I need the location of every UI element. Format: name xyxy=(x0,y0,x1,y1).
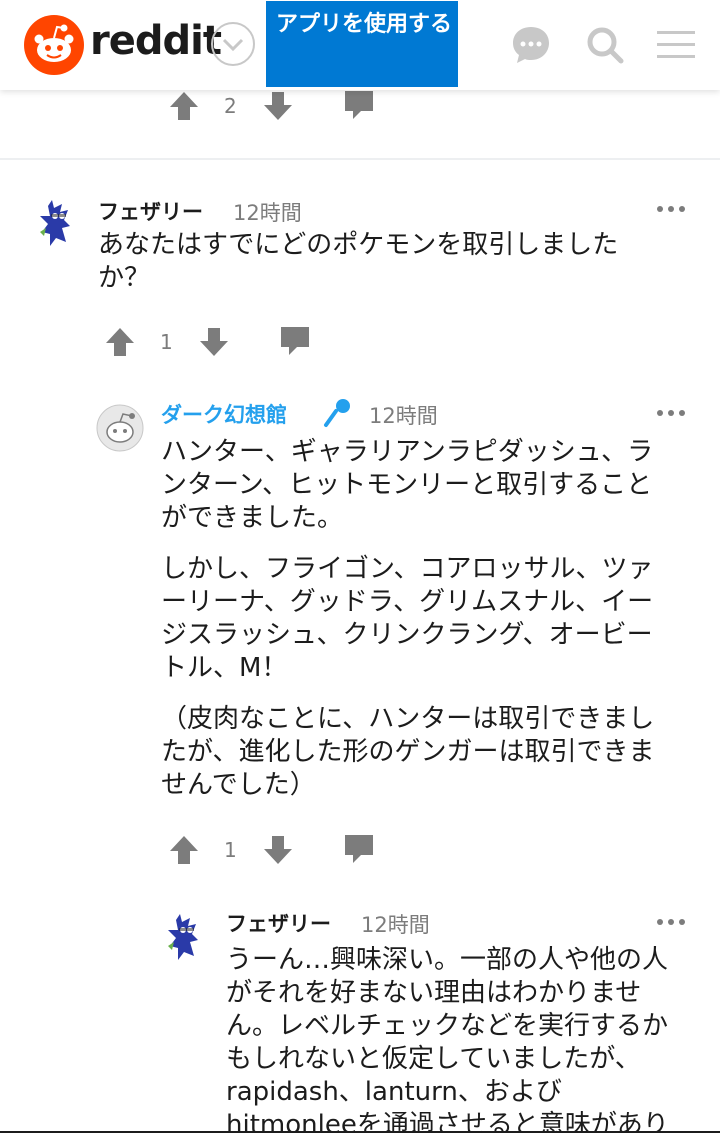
comment-paragraph: しかし、フライゴン、コアロッサル、ツァーリーナ、グッドラ、グリムスナル、イージス… xyxy=(161,554,654,683)
comment-body: うーん…興味深い。一部の人や他の人がそれを好まない理由はわかりません。レベルチェ… xyxy=(226,944,692,1131)
vote-count: 1 xyxy=(160,330,173,354)
comment-body-line: か？ xyxy=(98,263,151,293)
comment-body: ハンター、ギャラリアンラピダッシュ、ランターン、ヒットモンリーと取引することがで… xyxy=(161,436,673,820)
reply-icon[interactable] xyxy=(342,88,376,122)
downvote-icon[interactable] xyxy=(262,834,294,866)
more-options-icon[interactable] xyxy=(656,916,686,928)
section-divider xyxy=(0,158,720,160)
comment-actions: 1 xyxy=(168,830,388,870)
reddit-wordmark[interactable]: reddit xyxy=(90,18,222,64)
user-avatar[interactable] xyxy=(164,912,208,968)
comment-author[interactable]: フェザリー xyxy=(98,196,203,226)
comment-body: あなたはすでにどのポケモンを取引しました か？ xyxy=(98,229,698,295)
chat-icon[interactable] xyxy=(510,24,552,66)
community-dropdown-button[interactable] xyxy=(211,22,255,66)
upvote-icon[interactable] xyxy=(168,834,200,866)
comment-paragraph: ハンター、ギャラリアンラピダッシュ、ランターン、ヒットモンリーと取引することがで… xyxy=(161,437,654,533)
vote-count: 2 xyxy=(224,94,237,118)
use-app-button[interactable]: アプリを使用する xyxy=(266,1,458,87)
prev-comment-actions: 2 xyxy=(168,86,388,126)
upvote-icon[interactable] xyxy=(104,326,136,358)
downvote-icon[interactable] xyxy=(198,326,230,358)
comment-timestamp: 12時間 xyxy=(361,913,430,937)
comment-paragraph: （皮肉なことに、ハンターは取引できましたが、進化した形のゲンガーは取引できません… xyxy=(161,704,655,800)
reply-icon[interactable] xyxy=(342,832,376,866)
reply-icon[interactable] xyxy=(278,324,312,358)
upvote-icon[interactable] xyxy=(168,90,200,122)
comment-paragraph: うーん…興味深い。一部の人や他の人がそれを好まない理由はわかりません。レベルチェ… xyxy=(226,945,669,1131)
top-nav-bar: reddit アプリを使用する xyxy=(0,0,720,90)
more-options-icon[interactable] xyxy=(656,203,686,215)
comment-author[interactable]: ダーク幻想館 xyxy=(161,399,287,429)
comment-author[interactable]: フェザリー xyxy=(226,908,331,938)
user-avatar[interactable] xyxy=(96,404,144,452)
more-options-icon[interactable] xyxy=(656,407,686,419)
comment-actions: 1 xyxy=(104,322,324,362)
search-icon[interactable] xyxy=(584,24,626,66)
hamburger-menu-icon[interactable] xyxy=(655,24,697,66)
comment-timestamp: 12時間 xyxy=(233,201,302,225)
microphone-flair-icon xyxy=(324,399,350,427)
comment-timestamp: 12時間 xyxy=(369,404,438,428)
comment-body-line: あなたはすでにどのポケモンを取引しました xyxy=(98,230,619,260)
downvote-icon[interactable] xyxy=(262,90,294,122)
vote-count: 1 xyxy=(224,838,237,862)
user-avatar[interactable] xyxy=(36,198,80,254)
chevron-down-icon xyxy=(222,38,244,52)
reddit-logo-icon[interactable] xyxy=(24,15,84,75)
